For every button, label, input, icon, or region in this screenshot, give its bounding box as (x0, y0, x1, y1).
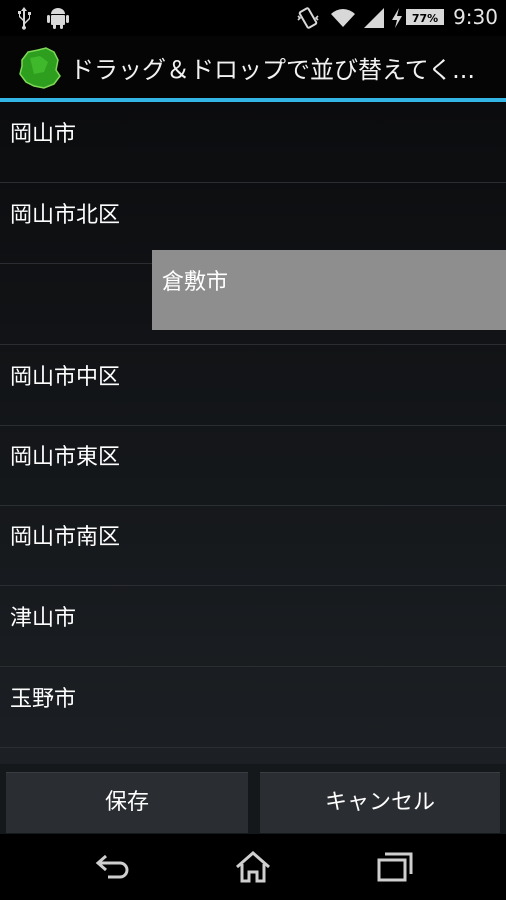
android-icon (47, 8, 69, 29)
signal-icon (364, 8, 384, 28)
dragging-list-item[interactable]: 倉敷市 (152, 250, 506, 330)
list-item[interactable]: 玉野市 (0, 667, 506, 748)
action-bar: ドラッグ＆ドロップで並び替えてく... (0, 36, 506, 98)
home-icon[interactable] (233, 850, 273, 884)
list-item-label: 岡山市 (10, 122, 77, 147)
wifi-icon (331, 9, 355, 27)
list-item-label: 岡山市北区 (10, 203, 121, 228)
list-item-label: 岡山市南区 (10, 525, 121, 550)
clock: 9:30 (453, 5, 498, 29)
list-item-label: 津山市 (10, 606, 77, 631)
dragging-item-label: 倉敷市 (162, 270, 229, 295)
button-bar: 保存 キャンセル (0, 764, 506, 834)
recent-apps-icon[interactable] (375, 850, 415, 884)
navigation-bar (0, 834, 506, 900)
cancel-button[interactable]: キャンセル (260, 772, 500, 833)
list-item[interactable]: 岡山市中区 (0, 345, 506, 426)
vibrate-icon (297, 7, 319, 29)
list-item[interactable]: 岡山市南区 (0, 505, 506, 586)
charging-icon (392, 8, 402, 28)
action-bar-title: ドラッグ＆ドロップで並び替えてく... (70, 56, 475, 84)
list-item[interactable]: 岡山市 (0, 102, 506, 183)
status-bar: 77% 9:30 (0, 0, 506, 36)
list-item-label: 岡山市中区 (10, 365, 121, 390)
list-item-label: 玉野市 (10, 687, 77, 712)
save-button[interactable]: 保存 (6, 772, 248, 833)
sortable-list[interactable]: 岡山市 岡山市北区 岡山市中区 岡山市東区 岡山市南区 津山市 玉野市 倉敷市 (0, 102, 506, 770)
back-icon[interactable] (94, 850, 134, 884)
battery-percent: 77% (411, 12, 439, 25)
list-item[interactable]: 津山市 (0, 586, 506, 667)
usb-icon (18, 7, 31, 30)
list-item-label: 岡山市東区 (10, 445, 121, 470)
okayama-map-icon[interactable] (16, 46, 62, 90)
list-item[interactable]: 岡山市東区 (0, 425, 506, 506)
screen: 77% 9:30 ドラッグ＆ドロップで並び替えてく... 岡山市 岡山市北区 岡… (0, 0, 506, 900)
battery-icon: 77% (406, 9, 444, 25)
